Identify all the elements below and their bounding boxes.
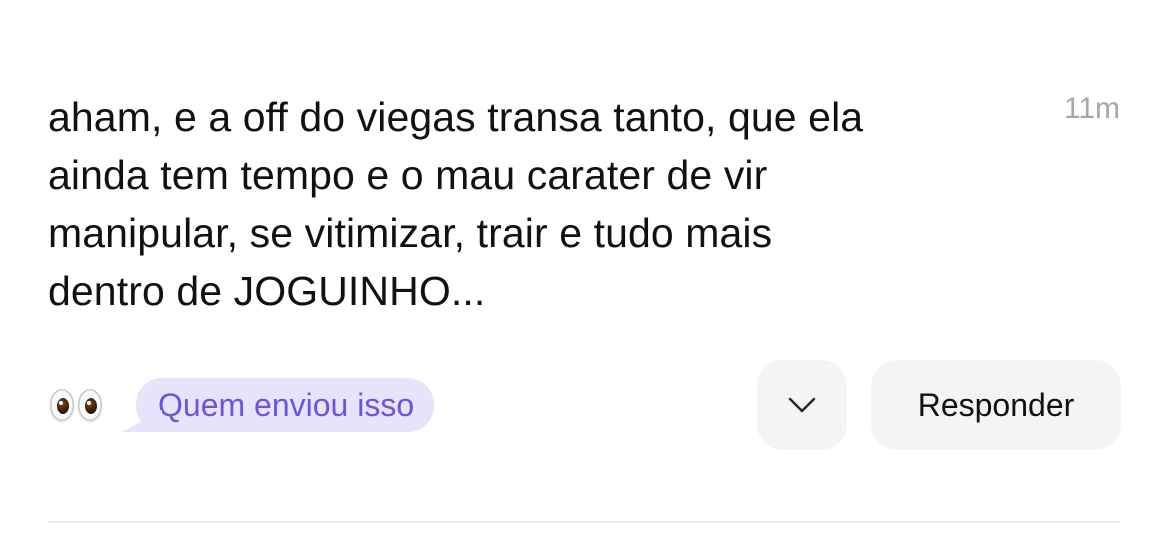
- expand-button[interactable]: [757, 360, 847, 450]
- message-card: aham, e a off do viegas transa tanto, qu…: [0, 0, 1154, 533]
- left-eye: [50, 389, 74, 421]
- divider: [48, 521, 1121, 523]
- who-sent-button[interactable]: Quem enviou isso: [136, 378, 435, 432]
- message-line: dentro de JOGUINHO...: [48, 268, 486, 314]
- reply-button[interactable]: Responder: [871, 360, 1121, 450]
- message-line: ainda tem tempo e o mau carater de vir: [48, 152, 768, 198]
- message-text: aham, e a off do viegas transa tanto, qu…: [48, 88, 1008, 320]
- message-line: aham, e a off do viegas transa tanto, qu…: [48, 94, 864, 140]
- left-pupil: [57, 398, 69, 414]
- message-line: manipular, se vitimizar, trair e tudo ma…: [48, 210, 773, 256]
- chevron-down-icon: [788, 397, 816, 413]
- right-pupil: [85, 398, 97, 414]
- right-eye: [78, 389, 102, 421]
- reaction-row: Quem enviou isso: [48, 376, 435, 434]
- timestamp: 11m: [1063, 92, 1120, 125]
- eyes-emoji-icon: [48, 387, 104, 423]
